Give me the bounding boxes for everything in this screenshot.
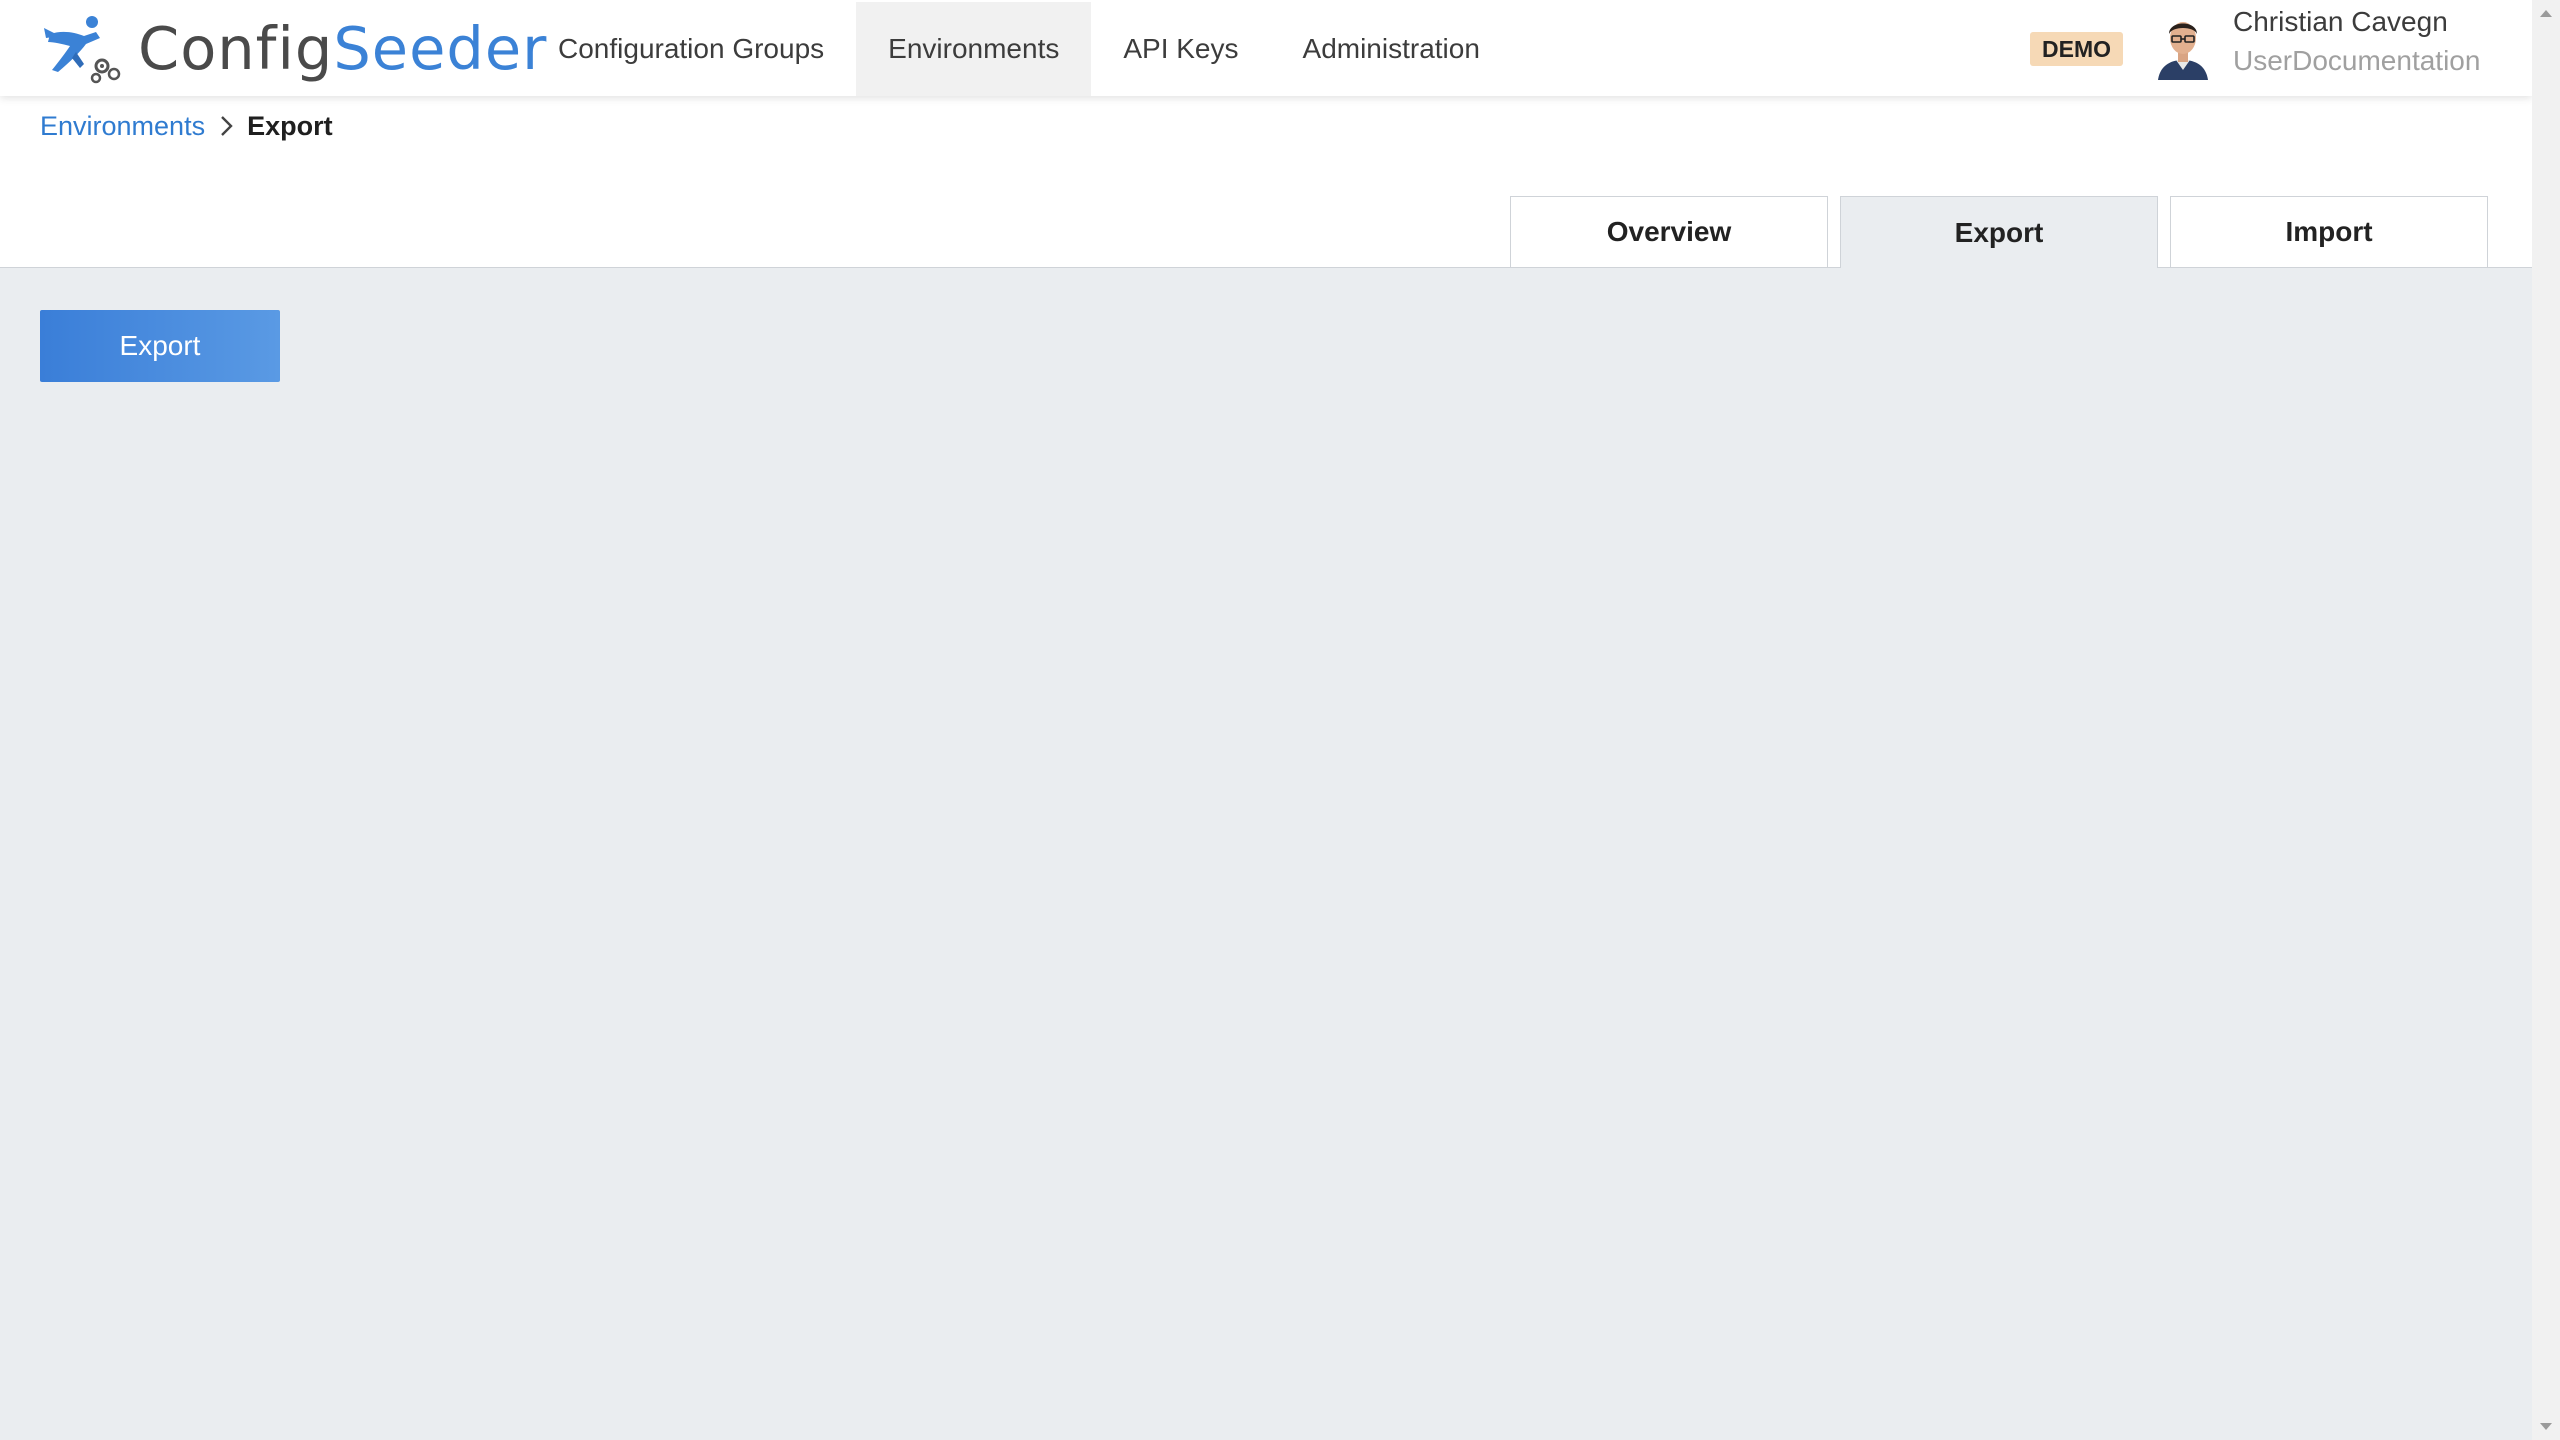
breadcrumb-link-environments[interactable]: Environments [40,111,205,142]
nav-item-api-keys[interactable]: API Keys [1091,2,1270,96]
top-navigation-bar: ConfigSeeder Configuration Groups Enviro… [0,0,2532,96]
tab-overview[interactable]: Overview [1510,196,1828,267]
logo-text: ConfigSeeder [138,19,547,78]
tab-import[interactable]: Import [2170,196,2488,267]
demo-badge: DEMO [2030,32,2123,66]
logo-text-config: Config [138,13,334,83]
nav-item-environments[interactable]: Environments [856,2,1092,96]
app-logo[interactable]: ConfigSeeder [40,0,547,96]
nav-item-configuration-groups[interactable]: Configuration Groups [526,2,856,96]
breadcrumb-current: Export [247,110,333,141]
nav-item-administration[interactable]: Administration [1271,2,1512,96]
vertical-scrollbar[interactable] [2532,0,2560,1440]
seeder-logo-icon [44,16,121,84]
user-organization: UserDocumentation [2233,45,2481,76]
export-panel: Export [0,268,2532,1440]
chevron-right-icon [221,116,233,136]
user-avatar[interactable] [2154,12,2212,80]
page: ConfigSeeder Configuration Groups Enviro… [0,0,2560,1440]
main-navigation: Configuration Groups Environments API Ke… [526,0,1512,96]
user-name[interactable]: Christian Cavegn [2233,6,2448,38]
export-button[interactable]: Export [40,310,280,382]
breadcrumb: Environments Export [40,108,333,144]
logo-text-seeder: Seeder [333,13,548,83]
scroll-up-icon[interactable] [2540,10,2552,17]
scroll-down-icon[interactable] [2540,1423,2552,1430]
tab-export[interactable]: Export [1840,196,2158,268]
tab-bar: Overview Export Import [0,196,2532,268]
